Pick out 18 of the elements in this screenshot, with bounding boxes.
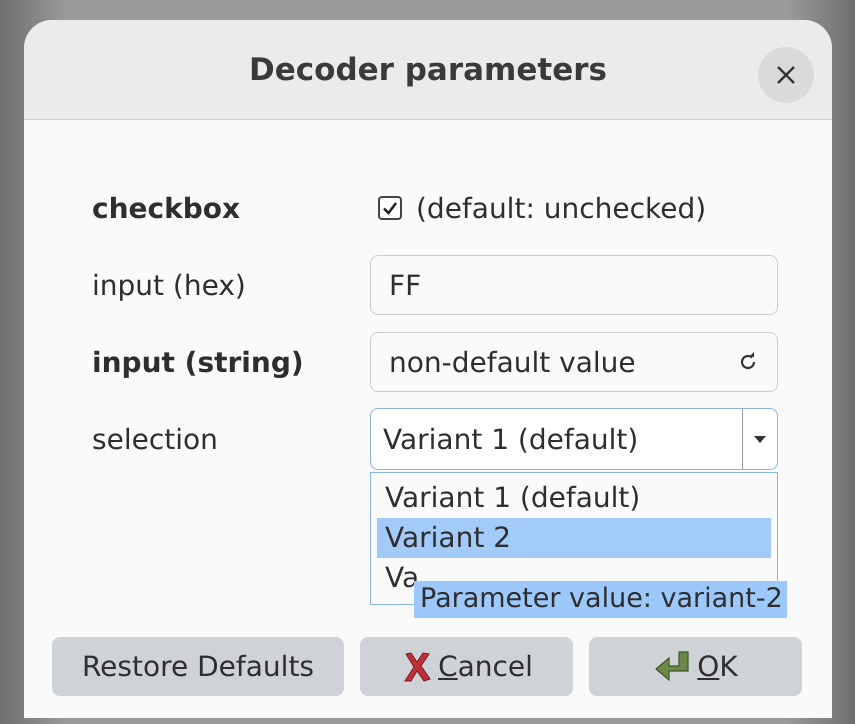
checkbox[interactable] bbox=[378, 196, 402, 220]
dropdown-option[interactable]: Variant 1 (default) bbox=[377, 478, 771, 518]
hex-input-field[interactable]: FF bbox=[370, 255, 778, 315]
parameter-label: input (string) bbox=[91, 346, 305, 378]
selection-dropdown[interactable]: Variant 1 (default) bbox=[370, 408, 778, 470]
parameter-label: checkbox bbox=[91, 192, 242, 224]
close-icon bbox=[775, 64, 797, 86]
window-title: Decoder parameters bbox=[249, 52, 607, 88]
caret-icon bbox=[753, 434, 767, 444]
dropdown-option[interactable]: Variant 2 bbox=[377, 518, 771, 558]
string-input-field[interactable]: non-default value bbox=[370, 332, 778, 392]
restore-button[interactable]: Restore Defaults bbox=[52, 637, 344, 696]
default-note: (default: unchecked) bbox=[416, 192, 706, 224]
parameter-label: input (hex) bbox=[91, 268, 247, 302]
ok-button[interactable]: OK bbox=[589, 637, 802, 696]
cancel-button[interactable]: Cancel bbox=[360, 637, 573, 696]
parameter-label: selection bbox=[91, 422, 219, 456]
tooltip: Parameter value: variant-2 bbox=[414, 581, 787, 618]
